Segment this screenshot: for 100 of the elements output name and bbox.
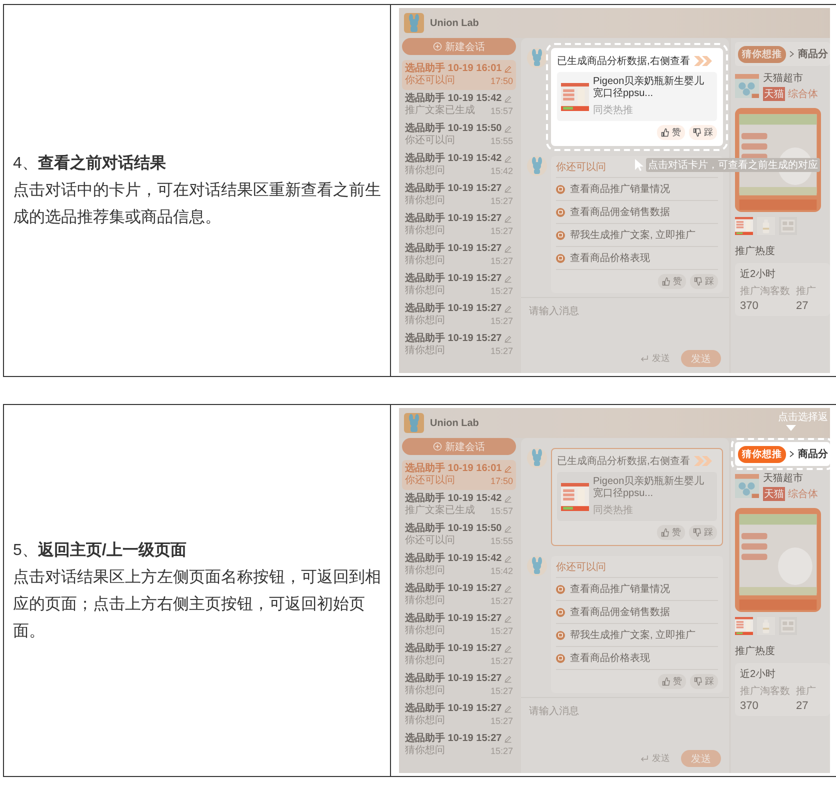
session-time: 17:50 (490, 475, 513, 487)
dislike-button[interactable]: 踩 (689, 525, 717, 540)
suggestion-item[interactable]: 查看商品推广销量情况 (556, 578, 718, 601)
product-name: Pigeon贝亲奶瓶新生婴儿宽口径ppsu... (593, 476, 706, 500)
input-field[interactable]: 请输入消息 (529, 706, 721, 717)
session-time: 15:42 (490, 165, 513, 177)
session-item[interactable]: 选品助手 10-19 15:27 猜你想问 15:27 (402, 270, 516, 300)
session-time: 15:27 (490, 195, 513, 207)
session-preview: 你还可以问 (405, 475, 455, 487)
cursor-icon (635, 159, 644, 171)
back-button[interactable]: 猜你想推 (738, 46, 786, 62)
session-item[interactable]: 选品助手 10-19 15:27 猜你想问 15:27 (402, 700, 516, 730)
thumbs-down-icon (694, 277, 703, 286)
period-label: 近2小时 (740, 668, 777, 681)
session-title: 选品助手 10-19 15:27 (405, 613, 502, 624)
edit-icon (504, 215, 512, 223)
like-button[interactable]: 赞 (658, 674, 686, 689)
suggestion-item[interactable]: 查看商品佣金销售数据 (556, 201, 718, 224)
suggestion-item[interactable]: 查看商品佣金销售数据 (556, 601, 718, 624)
suggestion-item[interactable]: 查看商品价格表现 (556, 247, 718, 270)
session-time: 15:55 (490, 535, 513, 547)
session-time: 15:27 (490, 745, 513, 757)
dislike-button[interactable]: 踩 (689, 125, 717, 140)
like-button[interactable]: 赞 (658, 274, 686, 289)
session-time: 15:27 (490, 595, 513, 607)
product-row[interactable]: Pigeon贝亲奶瓶新生婴儿宽口径ppsu... 同类热推 (557, 472, 717, 521)
new-chat-button[interactable]: 新建会话 (402, 38, 516, 55)
session-preview: 猜你想问 (405, 565, 445, 577)
suggestion-item[interactable]: 帮我生成推广文案, 立即推广 (556, 224, 718, 247)
product-row[interactable]: Pigeon贝亲奶瓶新生婴儿宽口径ppsu... 同类热推 (557, 72, 717, 121)
section-title: 推广热度 (735, 644, 776, 658)
session-item[interactable]: 选品助手 10-19 15:42 推广文案已生成 15:57 (402, 90, 516, 120)
input-field[interactable]: 请输入消息 (529, 306, 721, 317)
edit-icon (504, 675, 512, 683)
session-item[interactable]: 选品助手 10-19 15:42 推广文案已生成 15:57 (402, 490, 516, 520)
dislike-button[interactable]: 踩 (690, 674, 718, 689)
session-item[interactable]: 选品助手 10-19 15:27 猜你想问 15:27 (402, 730, 516, 760)
avatar-icon (527, 156, 547, 176)
like-button[interactable]: 赞 (657, 125, 685, 140)
suggestion-title: 你还可以问 (556, 560, 718, 578)
session-preview: 猜你想问 (405, 285, 445, 297)
session-preview: 推广文案已生成 (405, 505, 475, 517)
session-preview: 你还可以问 (405, 535, 455, 547)
session-item[interactable]: 选品助手 10-19 15:27 猜你想问 15:27 (402, 300, 516, 330)
session-preview: 猜你想问 (405, 315, 445, 327)
chat-bubble-icon (556, 184, 565, 194)
session-preview: 推广文案已生成 (405, 105, 475, 117)
pointer-icon (786, 425, 796, 431)
session-time: 15:55 (490, 135, 513, 147)
chat-bubble-icon (556, 230, 565, 240)
suggestion-item[interactable]: 查看商品推广销量情况 (556, 178, 718, 201)
session-item[interactable]: 选品助手 10-19 15:42 猜你想问 15:42 (402, 550, 516, 580)
session-title: 选品助手 10-19 15:27 (405, 733, 502, 744)
session-item[interactable]: 选品助手 10-19 16:01 你还可以问 17:50 (402, 460, 516, 490)
chat-bubble-icon (556, 608, 565, 616)
shop-badge: 天猫 (763, 87, 785, 101)
dislike-button[interactable]: 踩 (690, 274, 718, 289)
session-preview: 猜你想问 (405, 745, 445, 757)
session-time: 15:27 (490, 255, 513, 267)
thumbs-down-icon (694, 677, 703, 686)
product-name: Pigeon贝亲奶瓶新生婴儿宽口径ppsu... (593, 76, 706, 100)
step-heading: 5、返回主页/上一级页面 (13, 540, 188, 560)
session-item[interactable]: 选品助手 10-19 15:27 猜你想问 15:27 (402, 330, 516, 360)
session-item[interactable]: 选品助手 10-19 15:27 猜你想问 15:27 (402, 610, 516, 640)
session-time: 15:27 (490, 225, 513, 237)
session-title: 选品助手 10-19 15:27 (405, 333, 502, 344)
session-title: 选品助手 10-19 15:42 (405, 153, 502, 164)
session-item[interactable]: 选品助手 10-19 15:27 猜你想问 15:27 (402, 580, 516, 610)
chat-bubble-icon (556, 630, 565, 640)
session-item[interactable]: 选品助手 10-19 15:50 你还可以问 15:55 (402, 120, 516, 150)
result-card[interactable]: 已生成商品分析数据,右侧查看 Pigeon贝亲奶瓶新生婴儿宽口径ppsu... 同类热推 赞 踩 (551, 448, 723, 546)
session-title: 选品助手 10-19 15:27 (405, 213, 502, 224)
step-description: 点击对话中的卡片，可在对话结果区重新查看之前生成的选品推荐集或商品信息。 (13, 180, 382, 228)
shop-name: 天猫超市 (763, 472, 804, 485)
card-title: 已生成商品分析数据,右侧查看 (557, 54, 690, 68)
back-button[interactable]: 猜你想推 (738, 446, 786, 462)
session-title: 选品助手 10-19 15:27 (405, 303, 502, 314)
like-button[interactable]: 赞 (657, 525, 685, 540)
category-label: 综合体 (788, 488, 818, 501)
session-item[interactable]: 选品助手 10-19 16:01 你还可以问 17:50 (402, 60, 516, 90)
session-item[interactable]: 选品助手 10-19 15:27 猜你想问 15:27 (402, 640, 516, 670)
thumbs-up-icon (661, 128, 670, 137)
edit-icon (504, 705, 512, 713)
session-item[interactable]: 选品助手 10-19 15:27 猜你想问 15:27 (402, 670, 516, 700)
session-time: 15:27 (490, 685, 513, 697)
session-title: 选品助手 10-19 15:50 (405, 123, 502, 134)
step-heading: 4、查看之前对话结果 (13, 153, 167, 174)
logo-icon (404, 413, 424, 433)
session-item[interactable]: 选品助手 10-19 15:27 猜你想问 15:27 (402, 240, 516, 270)
session-item[interactable]: 选品助手 10-19 15:42 猜你想问 15:42 (402, 150, 516, 180)
suggestion-item[interactable]: 帮我生成推广文案, 立即推广 (556, 624, 718, 647)
send-hint: 发送 (652, 352, 670, 365)
suggestion-item[interactable]: 查看商品价格表现 (556, 647, 718, 670)
new-chat-button[interactable]: 新建会话 (402, 438, 516, 455)
session-item[interactable]: 选品助手 10-19 15:27 猜你想问 15:27 (402, 210, 516, 240)
session-item[interactable]: 选品助手 10-19 15:27 猜你想问 15:27 (402, 180, 516, 210)
edit-icon (504, 305, 512, 313)
thumbs-down-icon (693, 528, 702, 537)
session-item[interactable]: 选品助手 10-19 15:50 你还可以问 15:55 (402, 520, 516, 550)
logo-icon (404, 13, 424, 33)
